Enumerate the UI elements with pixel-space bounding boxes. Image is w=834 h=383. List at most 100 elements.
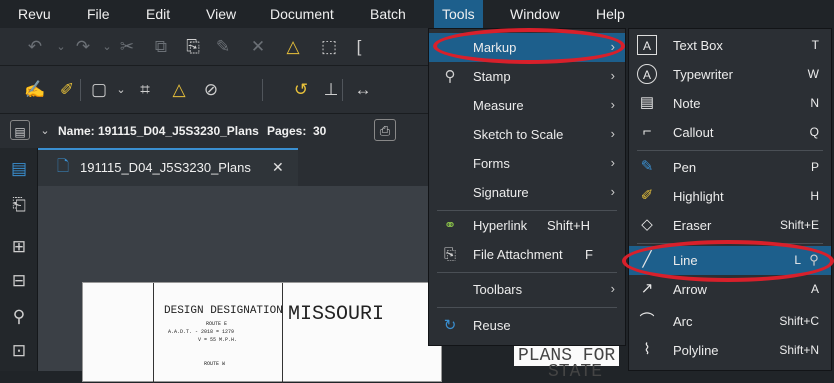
chevron-right-icon: ›	[610, 68, 615, 83]
document-icon[interactable]: ▤	[10, 120, 30, 140]
markup-item-highlight[interactable]: ✐ Highlight H	[629, 182, 831, 211]
line-label: Line	[673, 253, 698, 268]
highlight-icon: ✐	[640, 187, 654, 204]
markup-item-polyline[interactable]: ⌇ Polyline Shift+N	[629, 336, 831, 365]
menu-help[interactable]: Help	[596, 6, 625, 22]
route-e: ROUTE E	[206, 321, 228, 327]
document-canvas[interactable]: DESIGN DESIGNATION ROUTE E A.A.D.T. - 20…	[38, 186, 442, 383]
tools-item-forms[interactable]: Forms ›	[429, 149, 625, 178]
stamp-icon[interactable]: △	[282, 36, 304, 58]
pen-label: Pen	[673, 160, 697, 175]
cut-icon[interactable]: ✂	[116, 36, 138, 58]
bookmarks-icon[interactable]: ⎗	[8, 194, 30, 216]
markup-item-arc[interactable]: ⌒ Arc Shift+C	[629, 307, 831, 336]
copy-icon[interactable]: ⧉	[150, 36, 172, 58]
menu-revu[interactable]: Revu	[18, 6, 51, 22]
text-box-icon: A	[637, 35, 657, 55]
typewriter-icon: A	[637, 64, 657, 84]
tools-item-file-attachment[interactable]: ⎘ File Attachment F	[429, 240, 625, 269]
undo-dropdown-icon[interactable]: ⌄	[50, 36, 72, 58]
markup-item-typewriter[interactable]: A Typewriter W	[629, 60, 831, 89]
tools-item-reuse[interactable]: ↻ Reuse	[429, 311, 625, 340]
plan-sheet: DESIGN DESIGNATION ROUTE E A.A.D.T. - 20…	[82, 282, 442, 383]
file-attachment-label: File Attachment	[473, 247, 563, 262]
tools-item-signature[interactable]: Signature ›	[429, 178, 625, 207]
tab-close-button[interactable]: ✕	[272, 159, 284, 176]
note-label: Note	[673, 96, 701, 111]
menu-tools[interactable]: Tools	[434, 0, 483, 28]
pdf-file-icon: 🗋	[56, 158, 70, 175]
callout-label: Callout	[673, 125, 714, 140]
markups-list-icon[interactable]: ⊡	[8, 340, 30, 362]
markup-item-callout[interactable]: ⌐ Callout Q	[629, 118, 831, 147]
select-area-icon[interactable]: ⬚	[318, 36, 340, 58]
markup-item-note[interactable]: ▤ Note N	[629, 89, 831, 118]
tools-item-measure[interactable]: Measure ›	[429, 91, 625, 120]
format-painter-icon[interactable]: ✎	[212, 36, 234, 58]
markup-item-arrow[interactable]: ↗ Arrow A	[629, 275, 831, 304]
stamp-2-icon[interactable]: △	[168, 79, 190, 101]
tool-chest-icon[interactable]: ⊟	[8, 270, 30, 292]
export-page-icon[interactable]: ⎙	[374, 119, 396, 141]
snapshot-icon[interactable]: [	[348, 36, 370, 58]
page-icon[interactable]: ▢	[88, 79, 110, 101]
tools-menu: Markup › ⚲ Stamp › Measure › Sketch to S…	[428, 28, 626, 346]
rotate-icon[interactable]: ↺	[290, 79, 312, 101]
menu-document[interactable]: Document	[270, 6, 334, 22]
places-icon[interactable]: ⚲	[8, 306, 30, 328]
menu-file[interactable]: File	[87, 6, 110, 22]
tools-item-sketch-to-scale[interactable]: Sketch to Scale ›	[429, 120, 625, 149]
signature-label: Signature	[473, 185, 529, 200]
pen-markup-icon[interactable]: ✍	[24, 79, 46, 101]
pen-icon: ✎	[640, 158, 654, 175]
chevron-right-icon: ›	[610, 155, 615, 170]
file-attachment-shortcut: F	[585, 247, 593, 262]
markup-item-pen[interactable]: ✎ Pen P	[629, 153, 831, 182]
tools-item-toolbars[interactable]: Toolbars ›	[429, 275, 625, 304]
markup-submenu: A Text Box T A Typewriter W ▤ Note N ⌐ C…	[628, 28, 832, 371]
tools-item-stamp[interactable]: ⚲ Stamp ›	[429, 62, 625, 91]
arc-label: Arc	[673, 314, 693, 329]
menu-batch[interactable]: Batch	[370, 6, 406, 22]
pin-icon[interactable]: ⚲	[803, 249, 825, 271]
document-dropdown-icon[interactable]: ⌄	[34, 120, 56, 142]
arrow-icon: ↗	[640, 280, 654, 297]
redo-icon[interactable]: ↷	[72, 36, 94, 58]
menu-view[interactable]: View	[206, 6, 236, 22]
compare-icon[interactable]: ⊘	[200, 79, 222, 101]
grid-view-icon[interactable]: ⊞	[8, 236, 30, 258]
paste-icon[interactable]: ⎘	[182, 36, 204, 58]
arrow-shortcut: A	[810, 282, 819, 296]
split-icon[interactable]: ⊥	[320, 79, 342, 101]
toolbar-row-1: ↶ ⌄ ↷ ⌄ ✂ ⧉ ⎘ ✎ ✕ △ ⬚ [	[0, 28, 440, 66]
hyperlink-shortcut: Shift+H	[547, 218, 590, 233]
undo-icon[interactable]: ↶	[24, 36, 46, 58]
chevron-right-icon: ›	[610, 281, 615, 296]
markup-item-eraser[interactable]: ◇ Eraser Shift+E	[629, 211, 831, 240]
toolbar-divider	[262, 79, 263, 101]
menu-divider	[637, 150, 823, 151]
toolbar-divider	[80, 79, 81, 101]
crop-icon[interactable]: ⌗	[134, 79, 156, 101]
tools-item-hyperlink[interactable]: ⚭ Hyperlink Shift+H	[429, 211, 625, 240]
markup-item-text-box[interactable]: A Text Box T	[629, 31, 831, 60]
menu-edit[interactable]: Edit	[146, 6, 170, 22]
sketch-to-scale-label: Sketch to Scale	[473, 127, 564, 142]
signature-icon[interactable]: ✐	[56, 79, 78, 101]
markup-item-line[interactable]: ╱ Line L ⚲	[629, 246, 831, 275]
text-box-shortcut: T	[811, 38, 819, 52]
chevron-right-icon: ›	[610, 184, 615, 199]
page-dropdown-icon[interactable]: ⌄	[110, 79, 132, 101]
route-w: ROUTE W	[204, 361, 226, 367]
tab-title: 191115_D04_J5S3230_Plans	[80, 160, 251, 175]
left-panel-rail: ▤ ⎗ ⊞ ⊟ ⚲ ⊡	[0, 148, 38, 371]
tools-item-markup[interactable]: Markup ›	[429, 33, 625, 62]
arrow-label: Arrow	[673, 282, 707, 297]
redo-dropdown-icon[interactable]: ⌄	[96, 36, 118, 58]
menu-window[interactable]: Window	[510, 6, 560, 22]
delete-icon[interactable]: ✕	[247, 36, 269, 58]
document-name: 191115_D04_J5S3230_Plans	[98, 124, 259, 138]
document-tab[interactable]: 🗋 191115_D04_J5S3230_Plans ✕	[38, 148, 298, 186]
thumbnails-icon[interactable]: ▤	[8, 158, 30, 180]
fit-width-icon[interactable]: ↔	[352, 79, 374, 101]
